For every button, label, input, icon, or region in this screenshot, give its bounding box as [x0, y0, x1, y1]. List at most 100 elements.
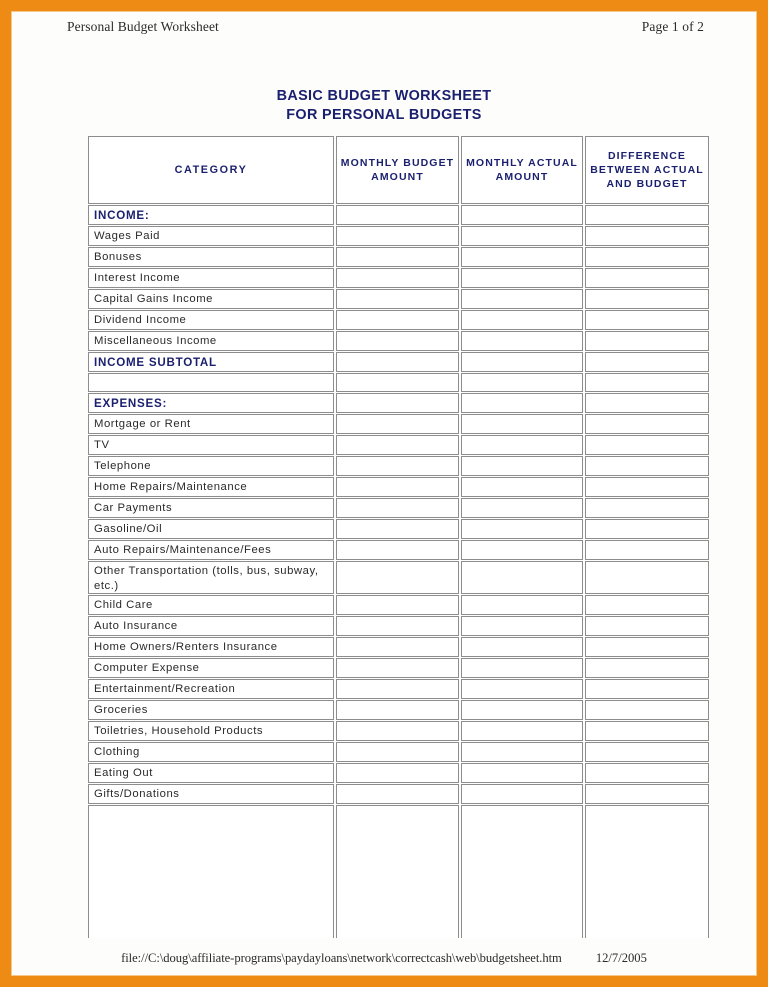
cell-monthly-actual-amount[interactable]	[461, 595, 583, 615]
cell-difference[interactable]	[585, 763, 709, 783]
running-header-title: Personal Budget Worksheet	[67, 19, 219, 34]
cell-difference[interactable]	[585, 519, 709, 539]
row-category-label: Miscellaneous Income	[88, 331, 334, 351]
cell-monthly-budget-amount[interactable]	[336, 498, 459, 518]
cell-difference[interactable]	[585, 595, 709, 615]
cell-monthly-budget-amount[interactable]	[336, 700, 459, 720]
cell-monthly-actual-amount[interactable]	[461, 616, 583, 636]
cell-monthly-actual-amount[interactable]	[461, 456, 583, 476]
cell-difference[interactable]	[585, 205, 709, 225]
cell-monthly-actual-amount[interactable]	[461, 310, 583, 330]
cell-monthly-actual-amount[interactable]	[461, 721, 583, 741]
cell-monthly-budget-amount[interactable]	[336, 247, 459, 267]
column-header-difference: DIFFERENCE BETWEEN ACTUAL AND BUDGET	[585, 136, 709, 204]
cell-monthly-budget-amount[interactable]	[336, 456, 459, 476]
cell-monthly-actual-amount[interactable]	[461, 352, 583, 372]
cell-difference[interactable]	[585, 498, 709, 518]
cell-difference[interactable]	[585, 561, 709, 594]
cell-monthly-actual-amount[interactable]	[461, 763, 583, 783]
cell-monthly-actual-amount[interactable]	[461, 805, 583, 938]
cell-monthly-budget-amount[interactable]	[336, 679, 459, 699]
page-title-line-1: BASIC BUDGET WORKSHEET	[276, 88, 492, 104]
cell-monthly-actual-amount[interactable]	[461, 289, 583, 309]
cell-difference[interactable]	[585, 721, 709, 741]
cell-monthly-budget-amount[interactable]	[336, 540, 459, 560]
cell-difference[interactable]	[585, 414, 709, 434]
cell-monthly-budget-amount[interactable]	[336, 742, 459, 762]
row-category-label: Home Repairs/Maintenance	[88, 477, 334, 497]
cell-monthly-budget-amount[interactable]	[336, 477, 459, 497]
cell-monthly-budget-amount[interactable]	[336, 595, 459, 615]
budget-table-body: INCOME: Wages Paid Bonuses Interest Income C…	[88, 205, 709, 938]
cell-monthly-actual-amount[interactable]	[461, 498, 583, 518]
cell-monthly-budget-amount[interactable]	[336, 414, 459, 434]
cell-monthly-actual-amount[interactable]	[461, 658, 583, 678]
cell-monthly-budget-amount[interactable]	[336, 561, 459, 594]
cell-monthly-actual-amount[interactable]	[461, 226, 583, 246]
cell-difference[interactable]	[585, 742, 709, 762]
cell-monthly-actual-amount[interactable]	[461, 700, 583, 720]
cell-difference[interactable]	[585, 616, 709, 636]
cell-difference[interactable]	[585, 331, 709, 351]
cell-monthly-budget-amount[interactable]	[336, 763, 459, 783]
cell-difference[interactable]	[585, 435, 709, 455]
cell-monthly-budget-amount[interactable]	[336, 352, 459, 372]
cell-difference[interactable]	[585, 226, 709, 246]
cell-monthly-budget-amount[interactable]	[336, 616, 459, 636]
row-category-label: Interest Income	[88, 268, 334, 288]
cell-difference[interactable]	[585, 540, 709, 560]
cell-monthly-actual-amount[interactable]	[461, 268, 583, 288]
cell-monthly-actual-amount[interactable]	[461, 331, 583, 351]
cell-difference[interactable]	[585, 456, 709, 476]
cell-monthly-budget-amount[interactable]	[336, 784, 459, 804]
cell-difference[interactable]	[585, 637, 709, 657]
cell-difference[interactable]	[585, 310, 709, 330]
cell-monthly-actual-amount[interactable]	[461, 742, 583, 762]
cell-monthly-budget-amount[interactable]	[336, 373, 459, 392]
cell-monthly-actual-amount[interactable]	[461, 477, 583, 497]
cell-difference[interactable]	[585, 784, 709, 804]
cell-difference[interactable]	[585, 393, 709, 413]
cell-difference[interactable]	[585, 289, 709, 309]
cell-monthly-budget-amount[interactable]	[336, 268, 459, 288]
cell-monthly-actual-amount[interactable]	[461, 435, 583, 455]
cell-monthly-budget-amount[interactable]	[336, 205, 459, 225]
cell-monthly-actual-amount[interactable]	[461, 205, 583, 225]
cell-monthly-actual-amount[interactable]	[461, 414, 583, 434]
cell-monthly-budget-amount[interactable]	[336, 289, 459, 309]
cell-difference[interactable]	[585, 477, 709, 497]
cell-difference[interactable]	[585, 679, 709, 699]
cell-monthly-actual-amount[interactable]	[461, 637, 583, 657]
cell-monthly-actual-amount[interactable]	[461, 393, 583, 413]
cell-monthly-budget-amount[interactable]	[336, 637, 459, 657]
table-row: Groceries	[88, 700, 709, 720]
table-row: Auto Repairs/Maintenance/Fees	[88, 540, 709, 560]
cell-monthly-budget-amount[interactable]	[336, 226, 459, 246]
table-row: Mortgage or Rent	[88, 414, 709, 434]
table-row: Interest Income	[88, 268, 709, 288]
cell-monthly-budget-amount[interactable]	[336, 805, 459, 938]
cell-monthly-actual-amount[interactable]	[461, 784, 583, 804]
cell-monthly-budget-amount[interactable]	[336, 393, 459, 413]
cell-monthly-actual-amount[interactable]	[461, 561, 583, 594]
cell-difference[interactable]	[585, 247, 709, 267]
cell-monthly-actual-amount[interactable]	[461, 540, 583, 560]
cell-monthly-budget-amount[interactable]	[336, 331, 459, 351]
cell-difference[interactable]	[585, 268, 709, 288]
cell-monthly-actual-amount[interactable]	[461, 247, 583, 267]
table-row: Wages Paid	[88, 226, 709, 246]
cell-monthly-budget-amount[interactable]	[336, 658, 459, 678]
cell-monthly-budget-amount[interactable]	[336, 310, 459, 330]
cell-difference[interactable]	[585, 352, 709, 372]
cell-monthly-actual-amount[interactable]	[461, 519, 583, 539]
cell-monthly-budget-amount[interactable]	[336, 519, 459, 539]
cell-difference[interactable]	[585, 805, 709, 938]
cell-difference[interactable]	[585, 700, 709, 720]
cell-monthly-actual-amount[interactable]	[461, 373, 583, 392]
cell-difference[interactable]	[585, 373, 709, 392]
cell-difference[interactable]	[585, 658, 709, 678]
cell-monthly-budget-amount[interactable]	[336, 435, 459, 455]
cell-monthly-budget-amount[interactable]	[336, 721, 459, 741]
row-category-label: Other Transportation (tolls, bus, subway…	[88, 561, 334, 594]
cell-monthly-actual-amount[interactable]	[461, 679, 583, 699]
